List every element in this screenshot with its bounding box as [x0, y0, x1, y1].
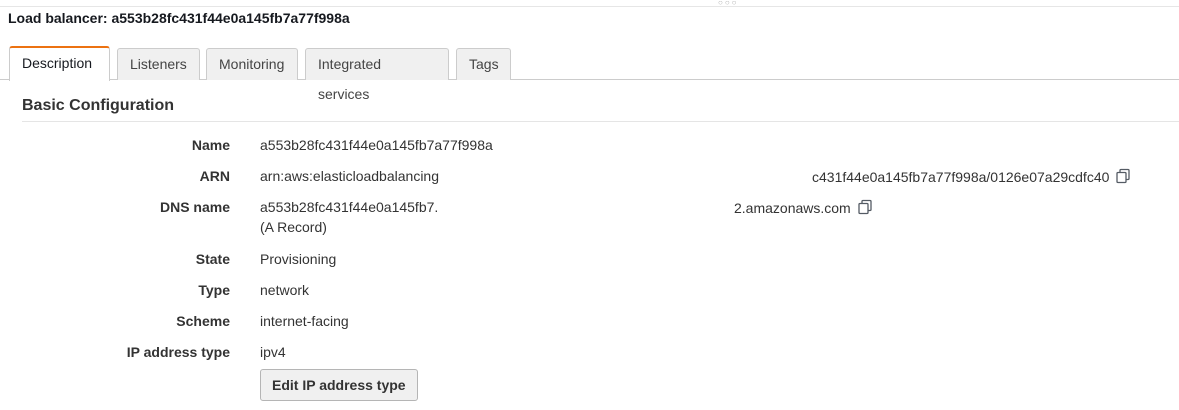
dns-name-label: DNS name	[159, 199, 230, 215]
name-value: a553b28fc431f44e0a145fb7a77f998a	[260, 137, 493, 153]
state-value: Provisioning	[260, 251, 337, 267]
dns-record-note: (A Record)	[260, 219, 327, 235]
dns-name-value-end: 2.amazonaws.com	[734, 199, 873, 216]
state-label: State	[195, 251, 230, 267]
scheme-value: internet-facing	[260, 313, 349, 329]
dns-name-value-text: 2.amazonaws.com	[734, 200, 851, 216]
tab-listeners[interactable]: Listeners	[117, 48, 200, 80]
section-title: Basic Configuration	[22, 97, 175, 114]
tab-description[interactable]: Description	[9, 46, 110, 81]
section-divider	[22, 121, 1179, 122]
edit-ip-address-type-button[interactable]: Edit IP address type	[260, 369, 418, 401]
tab-monitoring[interactable]: Monitoring	[206, 48, 298, 80]
ip-address-type-value: ipv4	[260, 344, 286, 360]
dns-name-value-start: a553b28fc431f44e0a145fb7.	[260, 199, 439, 215]
arn-value-text: c431f44e0a145fb7a77f998a/0126e07a29cdfc4…	[812, 169, 1110, 185]
arn-value-start: arn:aws:elasticloadbalancing	[260, 168, 439, 184]
type-label: Type	[198, 282, 230, 298]
tab-integrated-services[interactable]: Integrated services	[305, 48, 449, 102]
copy-arn-icon[interactable]	[1115, 168, 1131, 184]
arn-label: ARN	[199, 168, 230, 184]
load-balancer-title: Load balancer: a553b28fc431f44e0a145fb7a…	[8, 10, 350, 26]
tab-tags[interactable]: Tags	[456, 48, 511, 80]
resize-handle-icon[interactable]: ○○○	[718, 0, 739, 7]
copy-dns-icon[interactable]	[857, 199, 873, 215]
top-divider	[0, 0, 1179, 7]
ip-address-type-label: IP address type	[126, 344, 230, 360]
scheme-label: Scheme	[176, 313, 230, 329]
type-value: network	[260, 282, 310, 298]
name-label: Name	[191, 137, 230, 153]
tab-bar: Description Listeners Monitoring Integra…	[0, 46, 1179, 102]
arn-value-end: c431f44e0a145fb7a77f998a/0126e07a29cdfc4…	[812, 168, 1131, 185]
